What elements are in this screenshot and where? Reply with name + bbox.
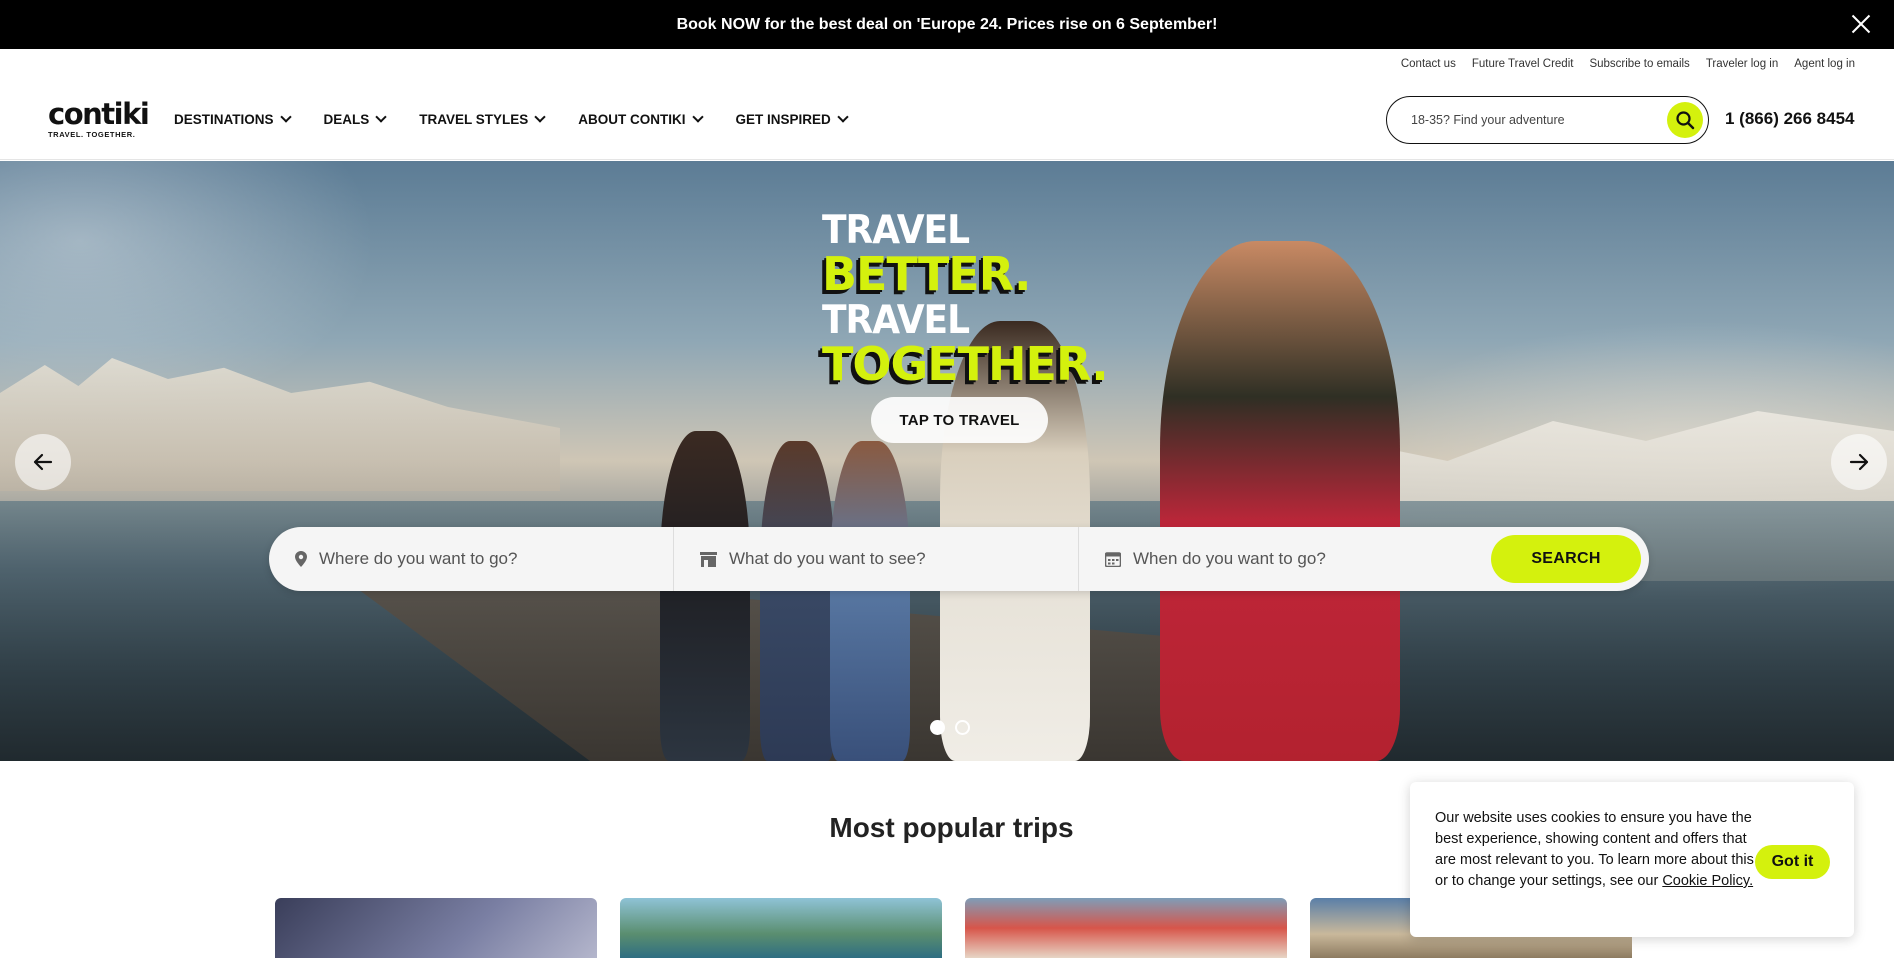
logo-wordmark: contiki (48, 96, 150, 131)
contiki-logo[interactable]: contiki TRAVEL. TOGETHER. (48, 96, 150, 140)
chevron-down-icon (375, 110, 387, 123)
carousel-dot-2[interactable] (955, 720, 970, 735)
search-button[interactable] (1667, 102, 1703, 138)
utility-nav: Contact us Future Travel Credit Subscrib… (0, 49, 1894, 79)
traveler-login-link[interactable]: Traveler log in (1706, 58, 1778, 70)
nav-label: DESTINATIONS (174, 111, 274, 127)
chevron-down-icon (837, 110, 849, 123)
where-placeholder: Where do you want to go? (319, 549, 518, 568)
nav-travel-styles[interactable]: TRAVEL STYLES (419, 110, 546, 127)
headline-line-4: TOGETHER. (822, 337, 1109, 391)
carousel-pagination (930, 720, 970, 735)
headline-line-1: TRAVEL (822, 207, 970, 253)
when-field[interactable]: When do you want to go? (1079, 527, 1499, 591)
agent-login-link[interactable]: Agent log in (1794, 58, 1855, 70)
subscribe-link[interactable]: Subscribe to emails (1589, 58, 1689, 70)
headline-line-2: BETTER. (822, 247, 1031, 301)
future-travel-credit-link[interactable]: Future Travel Credit (1472, 58, 1574, 70)
phone-number[interactable]: 1 (866) 266 8454 (1725, 109, 1855, 129)
search-icon (1676, 111, 1695, 130)
promo-banner: Book NOW for the best deal on 'Europe 24… (0, 0, 1894, 49)
main-nav: DESTINATIONS DEALS TRAVEL STYLES ABOUT C… (174, 110, 849, 127)
nav-label: ABOUT CONTIKI (578, 111, 686, 127)
hero-headline: TRAVEL BETTER. TRAVEL TOGETHER. (822, 207, 1109, 393)
hero-image-town-left (0, 358, 560, 491)
cookie-policy-link[interactable]: Cookie Policy. (1662, 873, 1753, 889)
trip-card[interactable] (965, 898, 1287, 958)
got-it-button[interactable]: Got it (1755, 845, 1830, 879)
arrow-left-icon (33, 453, 53, 471)
trip-search-bar: Where do you want to go? What do you wan… (269, 527, 1649, 591)
nav-label: GET INSPIRED (735, 111, 831, 127)
trip-search-button[interactable]: SEARCH (1491, 535, 1641, 583)
what-field[interactable]: What do you want to see? (674, 527, 1079, 591)
cookie-banner: Our website uses cookies to ensure you h… (1410, 782, 1854, 937)
when-placeholder: When do you want to go? (1133, 549, 1326, 568)
chevron-down-icon (691, 110, 704, 123)
nav-destinations[interactable]: DESTINATIONS (174, 110, 292, 127)
calendar-icon (1105, 552, 1121, 567)
storefront-icon (700, 551, 717, 567)
nav-deals[interactable]: DEALS (323, 110, 387, 127)
carousel-next-button[interactable] (1831, 434, 1887, 490)
chevron-down-icon (534, 110, 546, 123)
main-header: contiki TRAVEL. TOGETHER. DESTINATIONS D… (0, 79, 1894, 160)
where-field[interactable]: Where do you want to go? (269, 527, 674, 591)
carousel-dot-1[interactable] (930, 720, 945, 735)
nav-about-contiki[interactable]: ABOUT CONTIKI (578, 110, 704, 127)
nav-get-inspired[interactable]: GET INSPIRED (735, 110, 849, 127)
trip-card[interactable] (620, 898, 942, 958)
nav-label: TRAVEL STYLES (419, 111, 529, 127)
cookie-message: Our website uses cookies to ensure you h… (1435, 808, 1755, 892)
chevron-down-icon (279, 110, 292, 123)
header-search-placeholder: 18-35? Find your adventure (1411, 113, 1565, 127)
header-search-input[interactable]: 18-35? Find your adventure (1386, 96, 1709, 144)
carousel-prev-button[interactable] (15, 434, 71, 490)
contact-us-link[interactable]: Contact us (1401, 58, 1456, 70)
nav-label: DEALS (323, 111, 370, 127)
arrow-right-icon (1849, 453, 1869, 471)
promo-text[interactable]: Book NOW for the best deal on 'Europe 24… (677, 16, 1218, 34)
map-pin-icon (295, 551, 307, 567)
trip-card[interactable] (275, 898, 597, 958)
close-icon[interactable] (1850, 13, 1872, 35)
tap-to-travel-button[interactable]: TAP TO TRAVEL (871, 397, 1048, 443)
headline-line-3: TRAVEL (822, 297, 970, 343)
logo-tagline: TRAVEL. TOGETHER. (48, 129, 136, 139)
hero-carousel: TRAVEL BETTER. TRAVEL TOGETHER. TAP TO T… (0, 161, 1894, 761)
what-placeholder: What do you want to see? (729, 549, 926, 568)
